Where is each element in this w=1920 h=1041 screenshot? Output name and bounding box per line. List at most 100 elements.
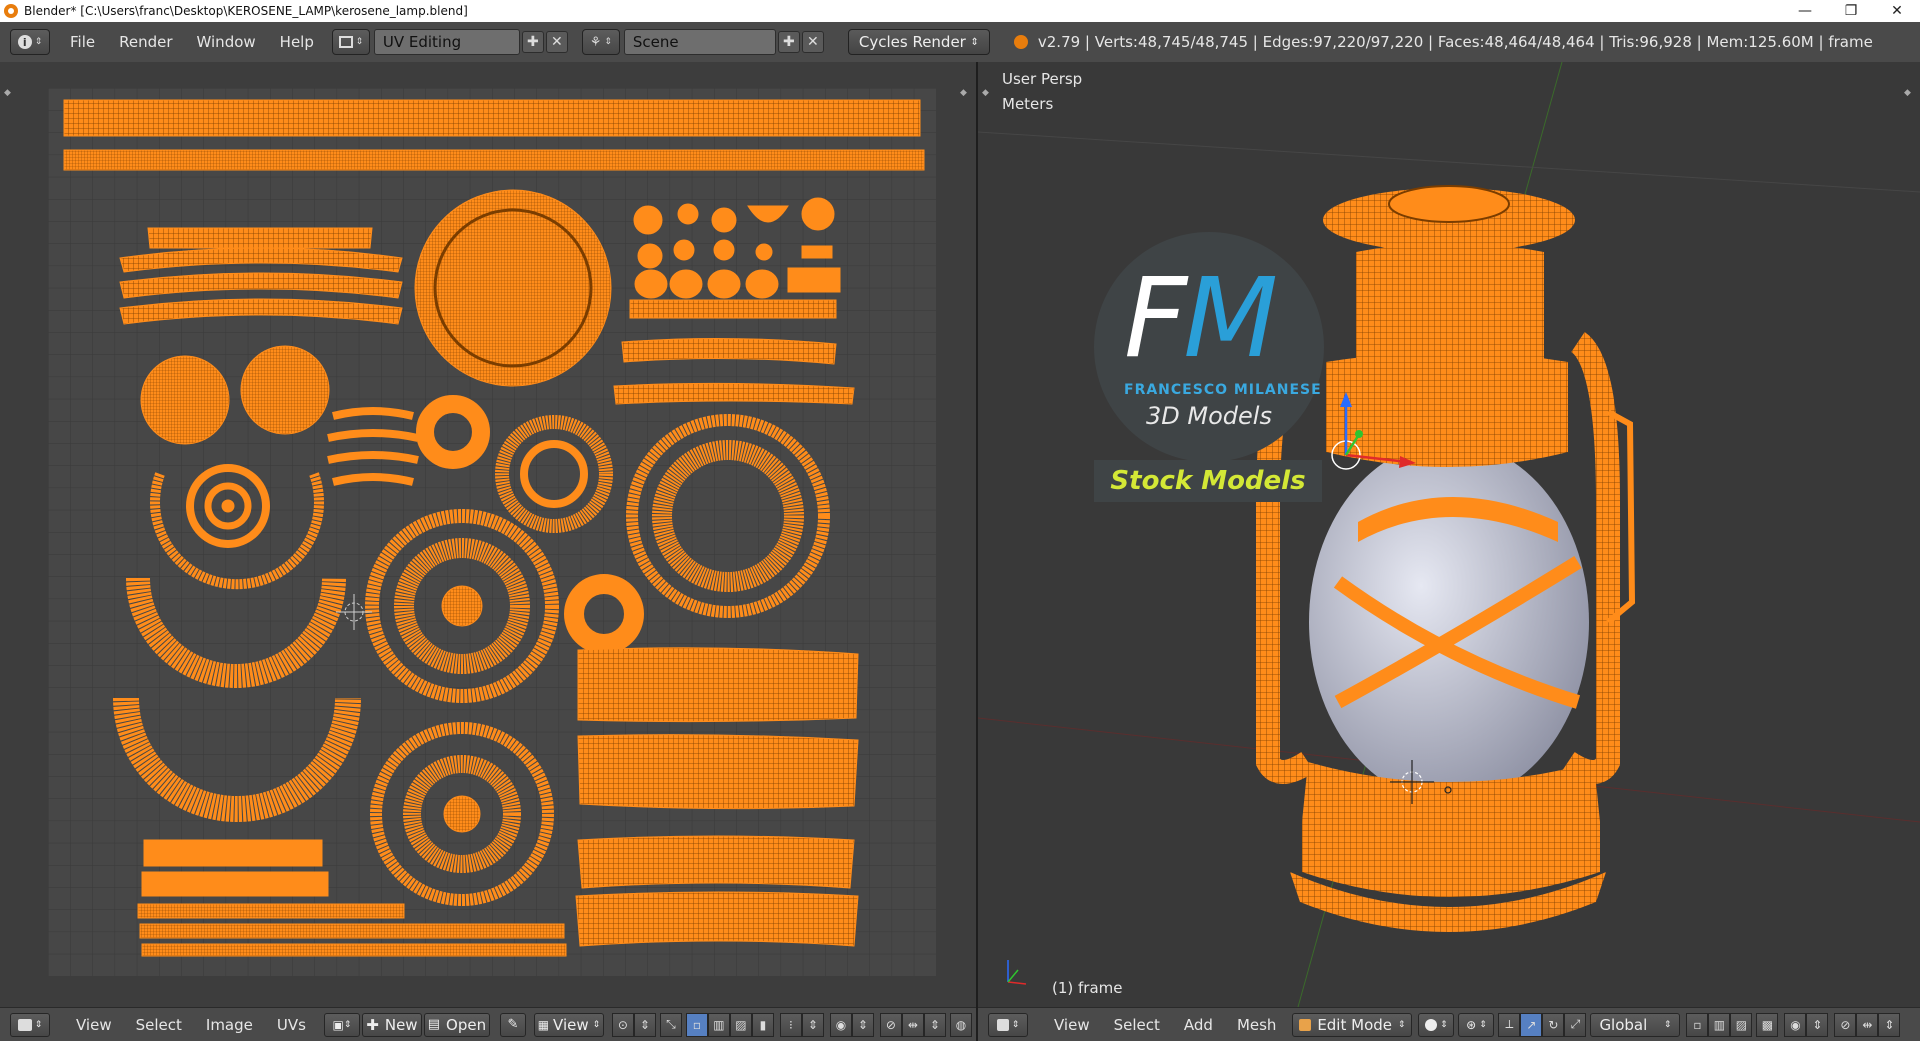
new-image-label: New	[384, 1015, 418, 1034]
3d-menu-mesh[interactable]: Mesh	[1225, 1016, 1289, 1034]
menu-window[interactable]: Window	[185, 33, 268, 51]
image-editor-icon	[17, 1018, 32, 1031]
sticky-select-icon[interactable]: ⁝	[779, 1012, 802, 1037]
info-icon: i	[17, 35, 32, 49]
region-toggle-left-icon[interactable]: ◆	[4, 88, 11, 98]
updown-icon: ⇕	[34, 37, 43, 47]
uv-menu-select[interactable]: Select	[124, 1016, 194, 1034]
scene-name-field[interactable]: Scene	[623, 29, 776, 55]
logo-letter-f: F	[1124, 254, 1187, 382]
transform-orientation-label: Global	[1599, 1015, 1648, 1034]
pivot-dropdown-icon[interactable]: ⇕	[633, 1012, 656, 1037]
island-select-icon[interactable]: ▮	[751, 1012, 774, 1037]
menu-help[interactable]: Help	[268, 33, 326, 51]
uv-menu-image[interactable]: Image	[194, 1016, 265, 1034]
view-icon: ▦	[537, 1017, 550, 1032]
layout-name-text: UV Editing	[382, 33, 462, 51]
menu-render[interactable]: Render	[107, 33, 184, 51]
pivot-icon: ⊛	[1466, 1017, 1477, 1032]
add-layout-button[interactable]: ✚	[521, 31, 544, 53]
uv-menu-view[interactable]: View	[64, 1016, 124, 1034]
restore-button[interactable]: ❐	[1828, 0, 1874, 22]
pin-icon[interactable]: ✎	[499, 1012, 526, 1037]
snap-icon[interactable]: ⊘	[1834, 1012, 1857, 1037]
proportional-edit-icon[interactable]: ◉	[829, 1012, 852, 1037]
scene-icon: ⚘	[589, 34, 602, 50]
image-browse-button[interactable]: ▣ ⇕	[323, 1012, 360, 1037]
viewport-shading-dropdown[interactable]: ⇕	[1418, 1012, 1455, 1037]
updown-icon: ⇕	[34, 1019, 43, 1030]
interaction-mode-label: Edit Mode	[1317, 1015, 1392, 1034]
layout-selector-button[interactable]: ⇕	[331, 29, 370, 55]
vertex-select-icon[interactable]: ▫	[685, 1012, 708, 1037]
scale-manipulator-icon[interactable]: ⤢	[1564, 1012, 1587, 1037]
logo-subtitle: 3D Models	[1146, 402, 1272, 430]
close-button[interactable]: ✕	[1874, 0, 1920, 22]
proportional-edit-icon[interactable]: ◉	[1784, 1012, 1807, 1037]
proportional-dropdown-icon[interactable]: ⇕	[851, 1012, 874, 1037]
3d-editor-type-button[interactable]: ⇕	[988, 1012, 1028, 1037]
minimize-button[interactable]: —	[1782, 0, 1828, 22]
3d-menu-view[interactable]: View	[1042, 1016, 1102, 1034]
updown-icon: ⇕	[1663, 1019, 1672, 1030]
delete-layout-button[interactable]: ✕	[545, 31, 568, 53]
window-titlebar: Blender* [C:\Users\franc\Desktop\KEROSEN…	[0, 0, 1920, 22]
uv-view-mode-dropdown[interactable]: ▦ View ⇕	[533, 1012, 604, 1037]
menu-file[interactable]: File	[58, 33, 107, 51]
updown-icon: ⇕	[592, 1019, 601, 1030]
translate-manipulator-icon[interactable]: ↗	[1520, 1012, 1543, 1037]
cube-icon	[996, 1018, 1009, 1031]
proportional-dropdown-icon[interactable]: ⇕	[1806, 1012, 1829, 1037]
layout-grid-icon	[338, 36, 353, 48]
updown-icon: ⇕	[970, 36, 979, 48]
sync-selection-icon[interactable]: ⤡	[659, 1012, 682, 1037]
info-header: i ⇕ File Render Window Help ⇕ UV Editing…	[0, 22, 1920, 63]
open-image-label: Open	[446, 1015, 487, 1034]
region-toggle-right-icon[interactable]: ◆	[960, 88, 967, 98]
3d-menu-select[interactable]: Select	[1102, 1016, 1172, 1034]
rotate-manipulator-icon[interactable]: ↻	[1542, 1012, 1565, 1037]
render-engine-dropdown[interactable]: Cycles Render ⇕	[847, 29, 990, 55]
delete-scene-button[interactable]: ✕	[801, 31, 824, 53]
occlude-geometry-icon[interactable]: ▩	[1756, 1012, 1779, 1037]
updown-icon: ⇕	[604, 37, 612, 47]
snap-dropdown-icon[interactable]: ⇕	[1878, 1012, 1901, 1037]
uv-stretch-icon[interactable]: ◍	[949, 1012, 972, 1037]
layout-name-field[interactable]: UV Editing	[373, 29, 520, 55]
edit-mode-icon	[1299, 1018, 1312, 1031]
snap-target-icon[interactable]: ⇹	[1856, 1012, 1879, 1037]
fm-monogram: FM	[1124, 254, 1278, 382]
updown-icon: ⇕	[1440, 1019, 1448, 1030]
edge-select-icon[interactable]: ▥	[707, 1012, 730, 1037]
pivot-point-dropdown[interactable]: ⊛ ⇕	[1458, 1012, 1495, 1037]
sticky-dropdown-icon[interactable]: ⇕	[801, 1012, 824, 1037]
uv-layout-canvas[interactable]	[48, 88, 936, 976]
scene-selector-button[interactable]: ⚘ ⇕	[581, 29, 620, 55]
pivot-icon[interactable]: ⊙	[611, 1012, 634, 1037]
uv-image-editor[interactable]: ◆ ◆	[0, 62, 976, 1007]
render-engine-text: Cycles Render	[858, 33, 966, 51]
uv-editor-footer: ⇕ View Select Image UVs ▣ ⇕ ✚ New ▤ Open ✎ …	[0, 1007, 976, 1041]
x-icon: ✕	[807, 34, 819, 50]
interaction-mode-dropdown[interactable]: Edit Mode ⇕	[1292, 1012, 1413, 1037]
stock-models-badge: Stock Models	[1094, 460, 1322, 502]
face-select-icon[interactable]: ▨	[729, 1012, 752, 1037]
3d-viewport[interactable]: ◆ ◆ User Persp Meters (1) frame FM FRANC…	[978, 62, 1920, 1007]
manipulator-toggle-icon[interactable]: ⟂	[1498, 1012, 1521, 1037]
snap-dropdown-icon[interactable]: ⇕	[923, 1012, 946, 1037]
snap-target-icon[interactable]: ⇹	[901, 1012, 924, 1037]
snap-icon[interactable]: ⊘	[879, 1012, 902, 1037]
updown-icon: ⇕	[343, 1019, 352, 1030]
editor-type-button[interactable]: i ⇕	[10, 29, 50, 55]
transform-orientation-dropdown[interactable]: Global ⇕	[1590, 1012, 1681, 1037]
scene-stats: v2.79 | Verts:48,745/48,745 | Edges:97,2…	[1037, 33, 1873, 51]
new-image-button[interactable]: ✚ New	[361, 1012, 422, 1037]
uv-editor-type-button[interactable]: ⇕	[10, 1012, 50, 1037]
open-image-button[interactable]: ▤ Open	[423, 1012, 490, 1037]
edge-select-mode-icon[interactable]: ▥	[1708, 1012, 1731, 1037]
uv-menu-uvs[interactable]: UVs	[265, 1016, 318, 1034]
add-scene-button[interactable]: ✚	[777, 31, 800, 53]
face-select-mode-icon[interactable]: ▨	[1730, 1012, 1753, 1037]
vertex-select-mode-icon[interactable]: ▫	[1686, 1012, 1709, 1037]
3d-menu-add[interactable]: Add	[1172, 1016, 1225, 1034]
